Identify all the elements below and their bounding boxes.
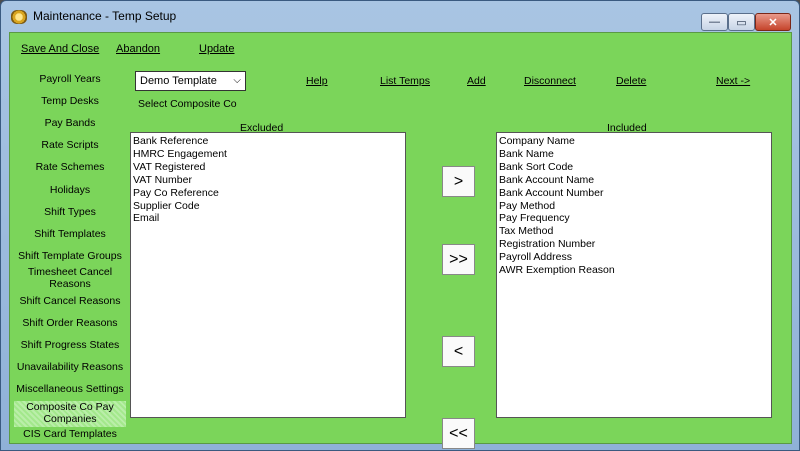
list-item[interactable]: HMRC Engagement [133,148,403,161]
list-item[interactable]: Supplier Code [133,200,403,213]
sidebar-item-timesheet-cancel-reasons[interactable]: Timesheet Cancel Reasons [14,266,126,290]
list-item[interactable]: Pay Frequency [499,212,769,225]
move-all-left-button[interactable]: << [442,418,475,449]
sidebar-item-pay-bands[interactable]: Pay Bands [14,117,126,129]
list-item[interactable]: Pay Co Reference [133,187,403,200]
excluded-list[interactable]: Bank Reference HMRC Engagement VAT Regis… [130,132,406,418]
sidebar-item-shift-types[interactable]: Shift Types [14,206,126,218]
list-item[interactable]: Bank Sort Code [499,161,769,174]
chevron-down-icon: ⌵ [233,75,241,86]
sidebar-item-rate-schemes[interactable]: Rate Schemes [14,161,126,173]
sidebar-item-composite-co-pay-companies[interactable]: Composite Co Pay Companies [14,401,126,427]
close-button[interactable]: ✕ [755,13,791,31]
move-left-button[interactable]: < [442,336,475,367]
list-item[interactable]: VAT Number [133,174,403,187]
app-window: Maintenance - Temp Setup — ▭ ✕ Save And … [0,0,800,451]
save-and-close-link[interactable]: Save And Close [21,43,99,55]
move-all-right-button[interactable]: >> [442,244,475,275]
maximize-button[interactable]: ▭ [728,13,755,31]
delete-link[interactable]: Delete [616,75,646,87]
sidebar-item-unavailability-reasons[interactable]: Unavailability Reasons [14,361,126,373]
list-item[interactable]: AWR Exemption Reason [499,264,769,277]
sidebar-item-cis-card-templates[interactable]: CIS Card Templates [14,428,126,440]
next-link[interactable]: Next -> [716,75,750,87]
list-item[interactable]: Pay Method [499,200,769,213]
abandon-link[interactable]: Abandon [116,43,160,55]
sidebar-item-shift-templates[interactable]: Shift Templates [14,228,126,240]
sidebar-item-shift-progress-states[interactable]: Shift Progress States [14,339,126,351]
list-item[interactable]: Payroll Address [499,251,769,264]
main-panel: Demo Template ⌵ Select Composite Co Help… [130,66,790,449]
sidebar-item-rate-scripts[interactable]: Rate Scripts [14,139,126,151]
disconnect-link[interactable]: Disconnect [524,75,576,87]
help-link[interactable]: Help [306,75,328,87]
menu-bar: Save And Close Abandon Update [10,33,791,64]
list-temps-link[interactable]: List Temps [380,75,430,87]
sidebar-nav: Payroll Years Temp Desks Pay Bands Rate … [14,68,126,440]
list-item[interactable]: Email [133,212,403,225]
sidebar-item-shift-order-reasons[interactable]: Shift Order Reasons [14,317,126,329]
sidebar-item-miscellaneous-settings[interactable]: Miscellaneous Settings [14,383,126,395]
list-item[interactable]: VAT Registered [133,161,403,174]
client-area: Save And Close Abandon Update Payroll Ye… [9,32,792,449]
list-item[interactable]: Bank Account Number [499,187,769,200]
template-select-value: Demo Template [140,75,217,87]
select-composite-co-label: Select Composite Co [138,98,237,110]
add-link[interactable]: Add [467,75,486,87]
sidebar-item-payroll-years[interactable]: Payroll Years [14,73,126,85]
title-bar[interactable]: Maintenance - Temp Setup — ▭ ✕ [1,1,799,32]
minimize-button[interactable]: — [701,13,728,31]
app-logo-icon [11,10,27,24]
list-item[interactable]: Company Name [499,135,769,148]
update-link[interactable]: Update [199,43,234,55]
included-list[interactable]: Company Name Bank Name Bank Sort Code Ba… [496,132,772,418]
sidebar-item-holidays[interactable]: Holidays [14,184,126,196]
list-item[interactable]: Bank Reference [133,135,403,148]
window-title: Maintenance - Temp Setup [33,9,177,23]
move-right-button[interactable]: > [442,166,475,197]
list-item[interactable]: Registration Number [499,238,769,251]
sidebar-item-temp-desks[interactable]: Temp Desks [14,95,126,107]
template-select[interactable]: Demo Template ⌵ [135,71,246,91]
sidebar-item-shift-template-groups[interactable]: Shift Template Groups [14,250,126,262]
list-item[interactable]: Bank Name [499,148,769,161]
list-item[interactable]: Tax Method [499,225,769,238]
sidebar-item-shift-cancel-reasons[interactable]: Shift Cancel Reasons [14,295,126,307]
list-item[interactable]: Bank Account Name [499,174,769,187]
